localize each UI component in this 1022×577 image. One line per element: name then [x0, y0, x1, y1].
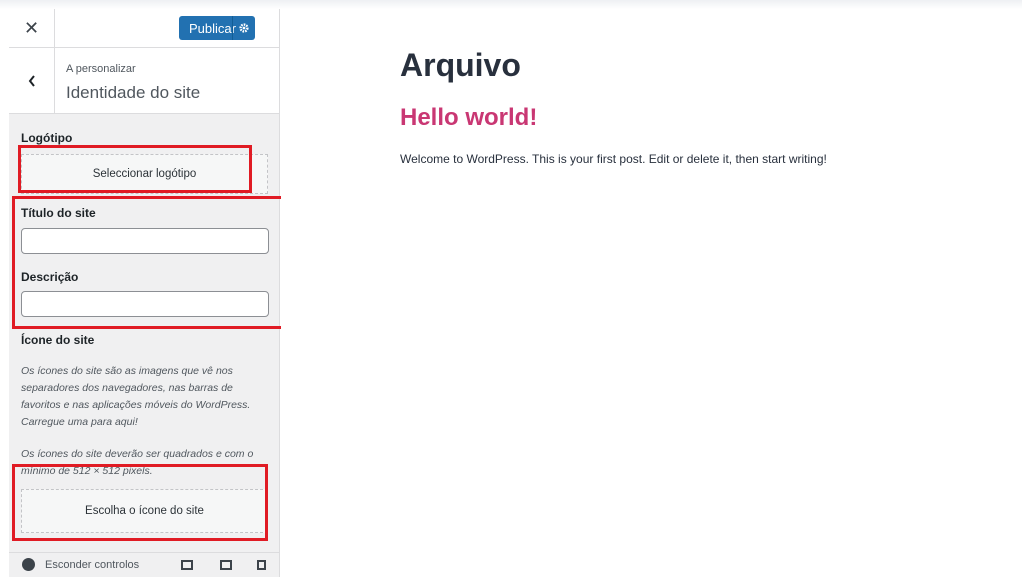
back-button[interactable] — [9, 48, 55, 113]
post-excerpt: Welcome to WordPress. This is your first… — [400, 152, 827, 166]
logo-label: Logótipo — [21, 131, 73, 145]
post-title-link[interactable]: Hello world! — [400, 104, 537, 132]
section-header: A personalizar Identidade do site — [9, 48, 279, 114]
site-title-label: Título do site — [21, 206, 96, 220]
hide-controls-button[interactable]: Esconder controlos — [22, 558, 139, 571]
chevron-left-icon — [28, 74, 35, 87]
description-input[interactable] — [21, 291, 269, 317]
select-logo-button[interactable]: Seleccionar logótipo — [21, 154, 268, 194]
publish-label: Publicar — [189, 20, 236, 36]
site-icon-label: Ícone do site — [21, 333, 95, 347]
choose-site-icon-button[interactable]: Escolha o ícone do site — [21, 489, 268, 533]
archive-title: Arquivo — [400, 47, 521, 83]
publish-button[interactable]: Publicar — [179, 16, 255, 40]
breadcrumb: A personalizar — [66, 63, 136, 75]
site-title-input[interactable] — [21, 228, 269, 254]
mobile-preview-icon[interactable] — [257, 560, 266, 570]
hide-controls-label: Esconder controlos — [45, 558, 140, 571]
customizer-header: ✕ Publicar — [9, 9, 279, 48]
site-preview: Arquivo Hello world! Welcome to WordPres… — [281, 9, 1022, 577]
close-icon: ✕ — [23, 17, 40, 38]
hide-controls-icon — [22, 558, 35, 571]
desktop-preview-icon[interactable] — [181, 560, 193, 570]
customizer-footer: Esconder controlos — [9, 552, 279, 577]
close-button[interactable]: ✕ — [9, 9, 55, 47]
site-icon-requirements: Os ícones do site deverão ser quadrados … — [21, 448, 254, 477]
description-label: Descrição — [21, 270, 79, 284]
gear-icon[interactable] — [232, 16, 255, 40]
customizer-sidebar: ✕ Publicar A personalizar Identidade do … — [9, 9, 280, 577]
section-title: Identidade do site — [66, 83, 201, 102]
tablet-preview-icon[interactable] — [220, 560, 232, 570]
top-strip — [0, 0, 1022, 9]
site-icon-description: Os ícones do site são as imagens que vê … — [21, 365, 251, 428]
